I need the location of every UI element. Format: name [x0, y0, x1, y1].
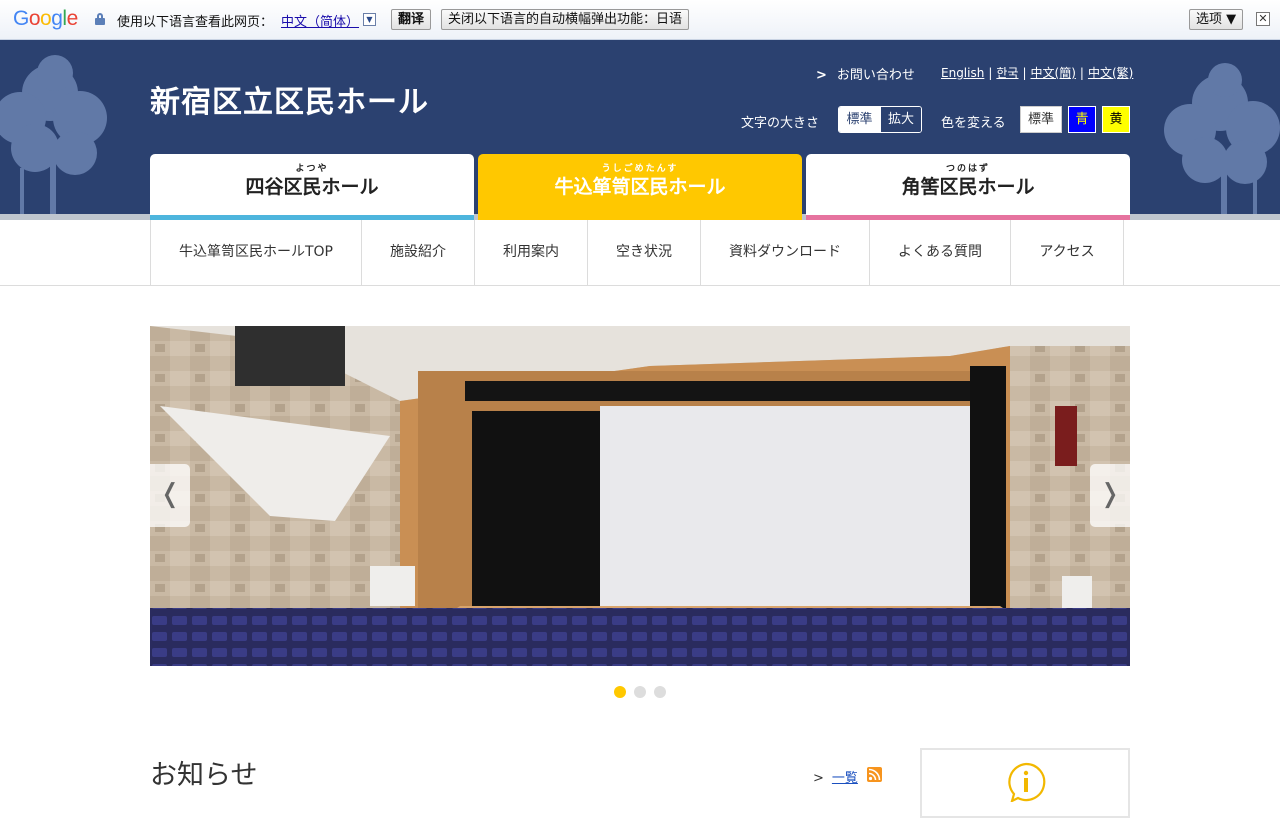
- contact-link[interactable]: > お問い合わせ: [816, 64, 915, 83]
- google-logo: Google: [13, 7, 78, 30]
- translate-language-link[interactable]: 中文（简体）: [281, 11, 359, 30]
- site-header: 新宿区立区民ホール > お問い合わせ English | 한국 | 中文(簡) | 中文(繁)…: [0, 40, 1280, 220]
- tab-ruby: うしごめたんす: [601, 164, 679, 174]
- tab-ruby: つのはず: [945, 164, 990, 174]
- translate-options-button[interactable]: 选项 ▼: [1189, 9, 1244, 30]
- subnav-item-faq[interactable]: よくある質問: [870, 220, 1011, 285]
- font-size-label: 文字の大きさ: [741, 116, 820, 131]
- subnav-item-usage-guide[interactable]: 利用案内: [475, 220, 588, 285]
- subnav-item-top[interactable]: 牛込箪笥区民ホールTOP: [151, 220, 362, 285]
- slider-next-button[interactable]: ❭: [1090, 464, 1130, 527]
- news-heading: お知らせ: [150, 760, 258, 791]
- tab-tsunohazu-hall[interactable]: つのはず 角筈区民ホール: [806, 154, 1130, 220]
- slider-dot-3[interactable]: [654, 686, 666, 698]
- font-size-standard-button[interactable]: 標準: [839, 107, 880, 132]
- news-list-link[interactable]: > 一覧: [813, 767, 858, 786]
- subnav-item-availability[interactable]: 空き状況: [588, 220, 701, 285]
- sub-navigation: 牛込箪笥区民ホールTOP 施設紹介 利用案内 空き状況 資料ダウンロード よくあ…: [0, 220, 1280, 286]
- language-link-korean[interactable]: 한국: [996, 66, 1018, 80]
- font-size-toggle: 標準 拡大: [838, 106, 922, 133]
- slider-prev-button[interactable]: ❬: [150, 464, 190, 527]
- hall-photo: [150, 326, 1130, 666]
- tab-yotsuya-hall[interactable]: よつや 四谷区民ホール: [150, 154, 474, 220]
- hero-slider[interactable]: [150, 326, 1130, 666]
- chevron-right-icon: >: [816, 68, 827, 83]
- chevron-right-icon: >: [813, 771, 824, 786]
- news-list-label[interactable]: 一覧: [832, 771, 858, 786]
- tab-label: 四谷区民ホール: [245, 176, 379, 198]
- slider-pagination: [614, 686, 674, 698]
- info-icon: [1008, 762, 1046, 802]
- slider-dot-1[interactable]: [614, 686, 626, 698]
- translate-button[interactable]: 翻译: [391, 9, 432, 30]
- slider-dot-2[interactable]: [634, 686, 646, 698]
- lock-icon: [95, 13, 105, 25]
- contact-label: お問い合わせ: [836, 68, 915, 83]
- sub-navigation-items: 牛込箪笥区民ホールTOP 施設紹介 利用案内 空き状況 資料ダウンロード よくあ…: [150, 220, 1124, 285]
- close-icon[interactable]: ✕: [1256, 12, 1270, 26]
- tree-decoration-right: [1164, 63, 1280, 220]
- tab-ushigome-tansu-hall[interactable]: うしごめたんす 牛込箪笥区民ホール: [478, 154, 802, 220]
- tree-decoration-left: [0, 55, 107, 218]
- color-yellow-button[interactable]: 黄: [1102, 106, 1130, 133]
- font-size-large-button[interactable]: 拡大: [880, 107, 921, 132]
- language-link-chinese-traditional[interactable]: 中文(繁): [1088, 66, 1133, 80]
- never-translate-button[interactable]: 关闭以下语言的自动横幅弹出功能：日语: [441, 9, 690, 30]
- translate-bar: Google 使用以下语言查看此网页： 中文（简体） ▼ 翻译 关闭以下语言的自…: [0, 0, 1280, 40]
- tab-label: 牛込箪笥区民ホール: [554, 176, 726, 198]
- language-links: English | 한국 | 中文(簡) | 中文(繁): [941, 66, 1134, 80]
- info-panel: [920, 748, 1130, 818]
- subnav-item-facilities[interactable]: 施設紹介: [362, 220, 475, 285]
- subnav-item-access[interactable]: アクセス: [1011, 220, 1124, 285]
- language-link-chinese-simplified[interactable]: 中文(簡): [1031, 66, 1076, 80]
- tab-ruby: よつや: [295, 164, 329, 174]
- rss-icon[interactable]: [867, 767, 882, 782]
- subnav-item-downloads[interactable]: 資料ダウンロード: [701, 220, 870, 285]
- site-title[interactable]: 新宿区立区民ホール: [150, 77, 429, 121]
- color-blue-button[interactable]: 青: [1068, 106, 1096, 133]
- tab-label: 角筈区民ホール: [901, 176, 1035, 198]
- translate-prompt: 使用以下语言查看此网页：: [117, 15, 274, 30]
- color-standard-button[interactable]: 標準: [1020, 106, 1062, 133]
- language-dropdown-icon[interactable]: ▼: [363, 13, 376, 26]
- color-label: 色を変える: [941, 116, 1006, 131]
- language-link-english[interactable]: English: [941, 66, 984, 80]
